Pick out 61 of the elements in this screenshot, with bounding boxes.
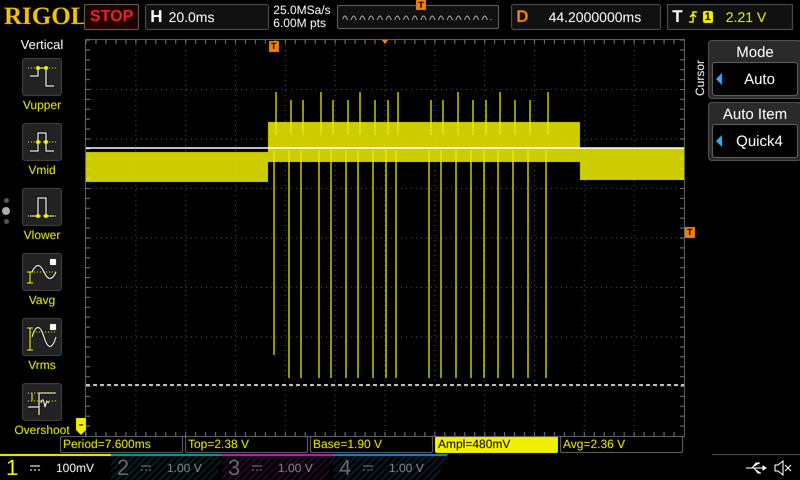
option-selector[interactable]: Quick4: [712, 124, 798, 158]
trigger-time-marker: T: [269, 41, 278, 52]
speaker-muted-icon: [774, 460, 792, 476]
channel-scale: 100mV: [56, 461, 94, 475]
measurement-readout[interactable]: Base=1.90 V: [310, 436, 433, 453]
measure-label: Vupper: [22, 98, 62, 112]
measure-label: Vrms: [28, 358, 56, 372]
measurement-readout[interactable]: Ampl=480mV: [435, 436, 558, 453]
measure-label: Vmid: [28, 163, 56, 177]
menu-title: Cursor: [693, 60, 707, 96]
page-dot[interactable]: [4, 198, 8, 203]
vrms-waveform-icon: [26, 322, 58, 352]
left-arrow-icon: [716, 135, 722, 147]
channel-scale: 1.00 V: [278, 461, 313, 475]
measurement-readout[interactable]: Top=2.38 V: [185, 436, 308, 453]
ground-marker-icon: [76, 418, 88, 436]
menu-title: Vertical: [20, 36, 64, 52]
option-label: Auto Item: [722, 105, 788, 124]
measure-button[interactable]: [22, 253, 62, 291]
measurement-readout[interactable]: Period=7.600ms: [60, 436, 183, 453]
trigger-position-marker: T: [416, 0, 426, 10]
measurement-readout[interactable]: Avg=2.36 V: [560, 436, 683, 453]
trigger-position-arrow-icon: [381, 39, 389, 44]
delay-label: D: [516, 6, 529, 26]
rising-edge-icon: [688, 10, 698, 24]
measure-label: Vavg: [28, 293, 56, 307]
measure-label: Overshoot: [14, 423, 70, 437]
channel-scale: 1.00 V: [389, 461, 424, 475]
measure-button[interactable]: [22, 188, 62, 226]
trigger-label: T: [672, 6, 683, 26]
run-stop-button[interactable]: STOP: [84, 4, 140, 30]
page-dot[interactable]: [2, 207, 10, 215]
option-label: Mode: [736, 43, 774, 62]
dc-coupling-icon: [363, 465, 373, 471]
measure-button[interactable]: [22, 383, 62, 421]
measure-label: Vlower: [24, 228, 60, 242]
channel-tab[interactable]: 4 1.00 V: [333, 454, 448, 480]
sample-rate: 25.0MSa/s: [273, 4, 332, 16]
dc-coupling-icon: [252, 465, 262, 471]
left-arrow-icon: [716, 73, 722, 85]
channel-number: 2: [117, 455, 130, 480]
dc-coupling-icon: [30, 465, 40, 471]
dc-coupling-icon: [141, 465, 151, 471]
timebase-value: 20.0ms: [168, 8, 214, 24]
usb-icon: [746, 462, 768, 474]
cursor-line[interactable]: [86, 384, 684, 386]
horizontal-label: H: [150, 6, 163, 26]
measure-button[interactable]: [22, 58, 62, 96]
channel-number: 4: [339, 455, 352, 480]
option-selector[interactable]: Auto: [712, 62, 798, 96]
channel-scale: 1.00 V: [167, 461, 202, 475]
measure-button[interactable]: [22, 123, 62, 161]
trigger-source: 1: [702, 10, 713, 22]
memory-depth: 6.00M pts: [273, 16, 327, 30]
delay-value: 44.2000000ms: [548, 8, 642, 24]
measure-button[interactable]: [22, 318, 62, 356]
channel-number: 3: [228, 455, 242, 480]
trigger-level-marker: T: [685, 227, 694, 238]
page-dot[interactable]: [4, 219, 8, 224]
trigger-level: 2.21 V: [726, 8, 766, 24]
channel-number: 1: [6, 455, 20, 480]
